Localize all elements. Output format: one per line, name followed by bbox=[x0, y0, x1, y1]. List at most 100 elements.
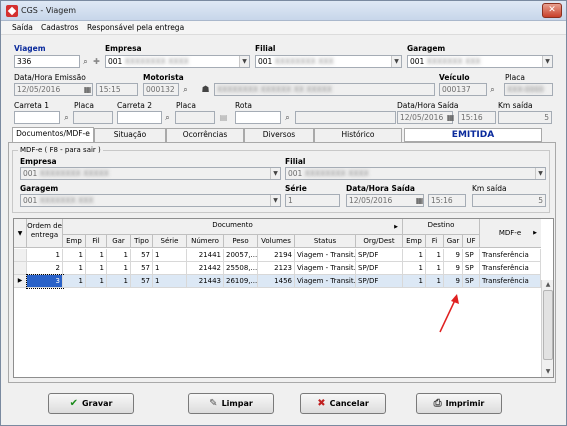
table-cell: 1 bbox=[107, 262, 131, 275]
col-emp[interactable]: Emp bbox=[63, 235, 86, 248]
mdfe-empresa-name: XXXXXXXX XXXXX bbox=[39, 169, 109, 178]
scroll-down-icon[interactable]: ▼ bbox=[542, 367, 554, 377]
table-cell: 1 bbox=[63, 275, 86, 288]
carreta1-input[interactable] bbox=[14, 111, 60, 124]
tab-documentos[interactable]: Documentos/MDF-e bbox=[12, 127, 94, 142]
mdfe-km-label: Km saída bbox=[472, 184, 507, 193]
table-cell: SP bbox=[463, 275, 480, 288]
add-icon[interactable]: ✚ bbox=[91, 56, 102, 68]
imprimir-label: Imprimir bbox=[445, 399, 485, 408]
search-icon[interactable]: ⌕ bbox=[487, 84, 498, 96]
col-fil[interactable]: Fil bbox=[86, 235, 107, 248]
cancel-icon: ✖ bbox=[317, 398, 326, 409]
table-cell: Viagem - Transit... bbox=[295, 262, 356, 275]
chevron-down-icon[interactable]: ▼ bbox=[391, 56, 401, 67]
table-cell: SP bbox=[463, 262, 480, 275]
scroll-thumb[interactable] bbox=[543, 290, 553, 360]
menu-responsavel[interactable]: Responsável pela entrega bbox=[87, 23, 184, 32]
col-volumes[interactable]: Volumes bbox=[258, 235, 295, 248]
printer-icon: ⎙ bbox=[433, 398, 442, 409]
filial-combo[interactable]: 001 XXXXXXXX XXX ▼ bbox=[255, 55, 402, 68]
data-saida-label: Data/Hora Saída bbox=[397, 101, 459, 110]
table-cell: 20057,... bbox=[224, 249, 258, 262]
tab-ocorrencias[interactable]: Ocorrências bbox=[166, 128, 244, 142]
empresa-label: Empresa bbox=[105, 44, 142, 53]
search-icon[interactable]: ⌕ bbox=[80, 56, 91, 68]
table-cell: SP/DF bbox=[356, 262, 403, 275]
close-button[interactable]: ✕ bbox=[542, 3, 562, 18]
table-cell: Viagem - Transit... bbox=[295, 249, 356, 262]
scroll-up-icon[interactable]: ▲ bbox=[542, 280, 554, 290]
chevron-down-icon[interactable]: ▼ bbox=[542, 56, 552, 67]
imprimir-button[interactable]: ⎙ Imprimir bbox=[416, 393, 502, 414]
col-tipo[interactable]: Tipo bbox=[131, 235, 153, 248]
table-cell: 21443 bbox=[187, 275, 224, 288]
table-cell: SP/DF bbox=[356, 275, 403, 288]
mdfe-empresa-label: Empresa bbox=[20, 157, 57, 166]
col-serie[interactable]: Série bbox=[153, 235, 187, 248]
table-cell: Transferência bbox=[480, 249, 541, 262]
search-icon[interactable]: ⌕ bbox=[180, 84, 191, 96]
table-cell: 3 bbox=[26, 274, 64, 289]
cancelar-label: Cancelar bbox=[329, 399, 369, 408]
filial-value: 001 bbox=[258, 57, 273, 66]
grid-scrollbar[interactable]: ▲ ▼ bbox=[541, 280, 553, 377]
table-cell: 25508,... bbox=[224, 262, 258, 275]
col-demp[interactable]: Emp bbox=[403, 235, 426, 248]
gravar-button[interactable]: ✔ Gravar bbox=[48, 393, 134, 414]
col-dgar[interactable]: Gar bbox=[444, 235, 463, 248]
check-icon: ✔ bbox=[69, 398, 78, 409]
truck-icon[interactable]: ▤ bbox=[218, 112, 229, 124]
search-icon[interactable]: ⌕ bbox=[282, 112, 293, 124]
orgdest-expand-icon[interactable]: ▶ bbox=[390, 219, 403, 235]
viagem-input[interactable]: 336 bbox=[14, 55, 80, 68]
km-saida-label: Km saída bbox=[498, 101, 533, 110]
table-cell: 57 bbox=[131, 249, 153, 262]
veiculo-input[interactable]: 000137 bbox=[439, 83, 487, 96]
search-icon[interactable]: ⌕ bbox=[162, 112, 173, 124]
table-cell: 1 bbox=[403, 275, 426, 288]
col-ordem[interactable]: Ordem de entrega bbox=[27, 219, 63, 248]
table-cell: 1 bbox=[153, 275, 187, 288]
driver-icon[interactable]: ☗ bbox=[200, 84, 211, 96]
calendar-icon[interactable]: ▦ bbox=[82, 84, 93, 96]
table-cell: 1 bbox=[86, 262, 107, 275]
motorista-input[interactable]: 000132 bbox=[143, 83, 179, 96]
rota-input[interactable] bbox=[235, 111, 281, 124]
tab-situacao[interactable]: Situação bbox=[94, 128, 166, 142]
search-icon[interactable]: ⌕ bbox=[61, 112, 72, 124]
group-destino[interactable]: Destino bbox=[403, 219, 480, 235]
tab-diversos[interactable]: Diversos bbox=[244, 128, 314, 142]
table-cell: 1 bbox=[426, 275, 444, 288]
chevron-down-icon[interactable]: ▼ bbox=[239, 56, 249, 67]
table-cell: 2123 bbox=[258, 262, 295, 275]
tab-historico[interactable]: Histórico bbox=[314, 128, 402, 142]
limpar-button[interactable]: ✎ Limpar bbox=[188, 393, 274, 414]
col-orgdest[interactable]: Org/Dest bbox=[356, 235, 403, 248]
mdfe-serie-input: 1 bbox=[285, 194, 340, 207]
cancelar-button[interactable]: ✖ Cancelar bbox=[300, 393, 386, 414]
garagem-combo[interactable]: 001 XXXXXXX XXX ▼ bbox=[407, 55, 553, 68]
col-gar[interactable]: Gar bbox=[107, 235, 131, 248]
selector-header[interactable]: ▼ bbox=[14, 219, 27, 248]
menu-cadastros[interactable]: Cadastros bbox=[41, 23, 78, 32]
group-documento[interactable]: Documento bbox=[63, 219, 403, 235]
menu-saida[interactable]: Saída bbox=[12, 23, 33, 32]
mdfe-data-label: Data/Hora Saída bbox=[346, 184, 415, 193]
mdfe-expand-icon[interactable]: ▶ bbox=[529, 219, 541, 248]
limpar-label: Limpar bbox=[221, 399, 253, 408]
col-numero[interactable]: Número bbox=[187, 235, 224, 248]
rota-label: Rota bbox=[235, 101, 252, 110]
col-status[interactable]: Status bbox=[295, 235, 356, 248]
window-title: CGS - Viagem bbox=[21, 6, 77, 15]
mdfe-garagem-name: XXXXXXX XXX bbox=[39, 196, 94, 205]
col-peso[interactable]: Peso bbox=[224, 235, 258, 248]
table-cell: SP/DF bbox=[356, 249, 403, 262]
empresa-combo[interactable]: 001 XXXXXXXX XXXX ▼ bbox=[105, 55, 250, 68]
col-dfi[interactable]: Fi bbox=[426, 235, 444, 248]
calendar-icon[interactable]: ▦ bbox=[445, 112, 456, 124]
table-cell: 1 bbox=[86, 249, 107, 262]
col-uf[interactable]: UF bbox=[463, 235, 480, 248]
table-cell: 1 bbox=[153, 262, 187, 275]
carreta2-input[interactable] bbox=[117, 111, 162, 124]
